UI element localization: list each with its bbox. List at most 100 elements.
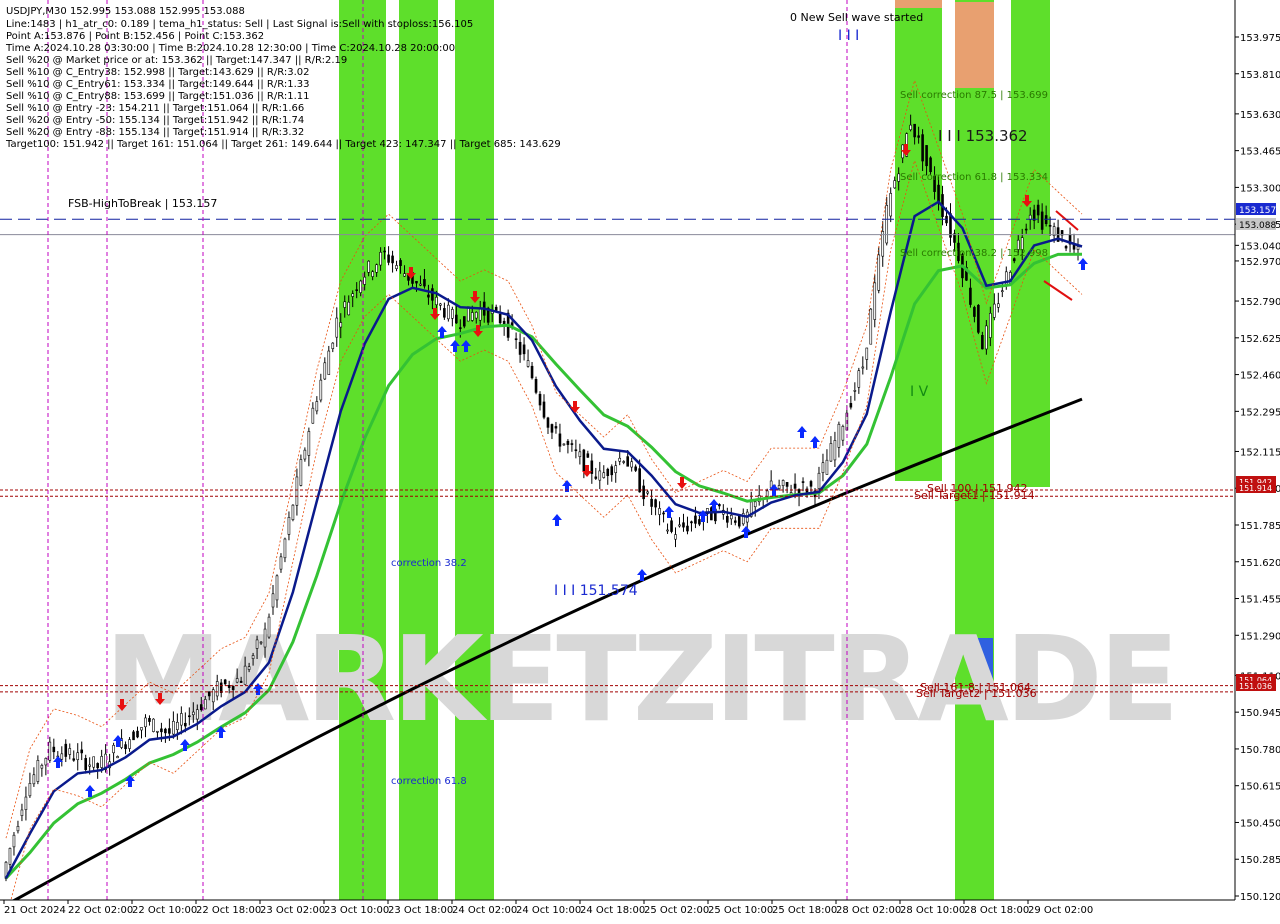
- price-tick-label: 150.285: [1240, 855, 1280, 866]
- time-tick-label: 25 Oct 10:00: [708, 905, 773, 916]
- candle-body: [327, 350, 331, 375]
- candle-body: [1040, 211, 1044, 230]
- candle-body: [570, 443, 574, 445]
- sell-correction-618: Sell correction 61.8 | 153.334: [900, 172, 1048, 183]
- wave-iv-label: I V: [910, 384, 929, 400]
- candle-body: [367, 260, 370, 273]
- price-tick-label: 150.615: [1240, 782, 1280, 793]
- candle-body: [969, 287, 972, 305]
- candle-body: [666, 529, 669, 532]
- candle-body: [128, 739, 131, 749]
- time-tick-label: 25 Oct 18:00: [772, 905, 837, 916]
- candle-body: [291, 504, 295, 520]
- candle-body: [498, 313, 502, 324]
- candle-body: [1000, 290, 1004, 293]
- candle-body: [259, 641, 263, 644]
- time-tick-label: 22 Oct 02:00: [68, 905, 133, 916]
- wave-iii-c-label: I I I 153.362: [938, 127, 1028, 145]
- candle-body: [873, 282, 877, 320]
- candle-body: [60, 753, 64, 760]
- candle-body: [514, 338, 518, 341]
- candle-body: [299, 459, 303, 486]
- price-tick-label: 151.455: [1240, 595, 1280, 606]
- candle-body: [686, 525, 689, 532]
- candle-body: [730, 515, 733, 520]
- candle-body: [630, 461, 633, 468]
- candle-body: [44, 757, 48, 766]
- candle-body: [534, 379, 538, 393]
- candle-body: [148, 718, 151, 722]
- price-chart: MARKETZITRADE USDJPY,M30 152.995 153.088…: [0, 0, 1280, 920]
- candle-body: [379, 252, 382, 266]
- candle-body: [64, 743, 68, 757]
- candle-body: [602, 472, 606, 478]
- candle-body: [586, 453, 590, 458]
- info-line: Target100: 151.942 || Target 161: 151.06…: [5, 139, 561, 150]
- candle-body: [172, 720, 175, 735]
- candle-body: [152, 718, 155, 732]
- candle-body: [917, 135, 920, 138]
- candle-body: [247, 666, 251, 670]
- price-tick-label: 151.785: [1240, 521, 1280, 532]
- candle-body: [124, 744, 127, 750]
- candle-body: [303, 449, 307, 460]
- candle-body: [431, 288, 434, 301]
- price-tick-label: 151.620: [1240, 558, 1280, 569]
- candle-body: [578, 451, 582, 457]
- candle-body: [618, 457, 622, 462]
- candle-body: [76, 752, 80, 761]
- candle-body: [339, 322, 343, 328]
- candle-body: [84, 758, 88, 770]
- candle-body: [674, 534, 677, 540]
- candle-body: [733, 520, 737, 523]
- candle-body: [88, 764, 91, 767]
- sell-target1-label: Sell Target1 | 151.914: [914, 489, 1035, 502]
- candle-body: [343, 301, 347, 308]
- candle-body: [1064, 245, 1068, 249]
- correction-618-label: correction 61.8: [391, 776, 467, 787]
- candle-body: [144, 717, 147, 728]
- candle-body: [295, 476, 299, 506]
- candle-body: [255, 639, 259, 649]
- candle-body: [307, 431, 311, 456]
- candle-body: [311, 407, 315, 424]
- candle-body: [455, 314, 458, 324]
- candle-body: [737, 515, 741, 527]
- info-line: Sell %20 @ Entry -50: 155.134 || Target:…: [6, 115, 304, 126]
- time-tick-label: 23 Oct 10:00: [324, 905, 389, 916]
- candle-body: [96, 763, 99, 769]
- candle-body: [522, 344, 526, 355]
- price-tick-label: 153.300: [1240, 183, 1280, 194]
- candle-body: [199, 704, 203, 711]
- fsb-label: FSB-HighToBreak | 153.157: [68, 197, 217, 210]
- candle-body: [642, 485, 645, 500]
- candle-body: [32, 774, 36, 785]
- price-tick-label: 153.810: [1240, 70, 1280, 81]
- candle-body: [849, 403, 853, 408]
- time-tick-label: 28 Oct 18:00: [964, 905, 1029, 916]
- candle-body: [20, 809, 24, 816]
- candle-body: [443, 308, 446, 318]
- candle-body: [678, 524, 681, 527]
- candle-body: [1048, 225, 1052, 227]
- price-tick-label: 151.290: [1240, 631, 1280, 642]
- t1b-price-tag: 151.914: [1239, 484, 1272, 493]
- candle-body: [227, 685, 231, 688]
- candle-body: [355, 289, 358, 291]
- info-line: Sell %20 @ Entry -88: 155.134 || Target:…: [6, 127, 304, 138]
- candle-body: [829, 443, 833, 462]
- candle-body: [72, 758, 76, 761]
- candle-body: [801, 481, 805, 483]
- candle-body: [606, 468, 610, 477]
- candle-body: [219, 682, 223, 693]
- candle-body: [359, 280, 362, 293]
- price-tick-label: 153.630: [1240, 110, 1280, 121]
- wave-iii-top-label: I I I: [838, 28, 859, 44]
- price-tick-label: 153.975: [1240, 33, 1280, 44]
- candle-body: [726, 515, 729, 523]
- candle-body: [188, 715, 191, 718]
- candle-body: [821, 462, 825, 473]
- sell-correction-875: Sell correction 87.5 | 153.699: [900, 90, 1048, 101]
- candle-body: [8, 848, 12, 865]
- candle-body: [478, 308, 482, 321]
